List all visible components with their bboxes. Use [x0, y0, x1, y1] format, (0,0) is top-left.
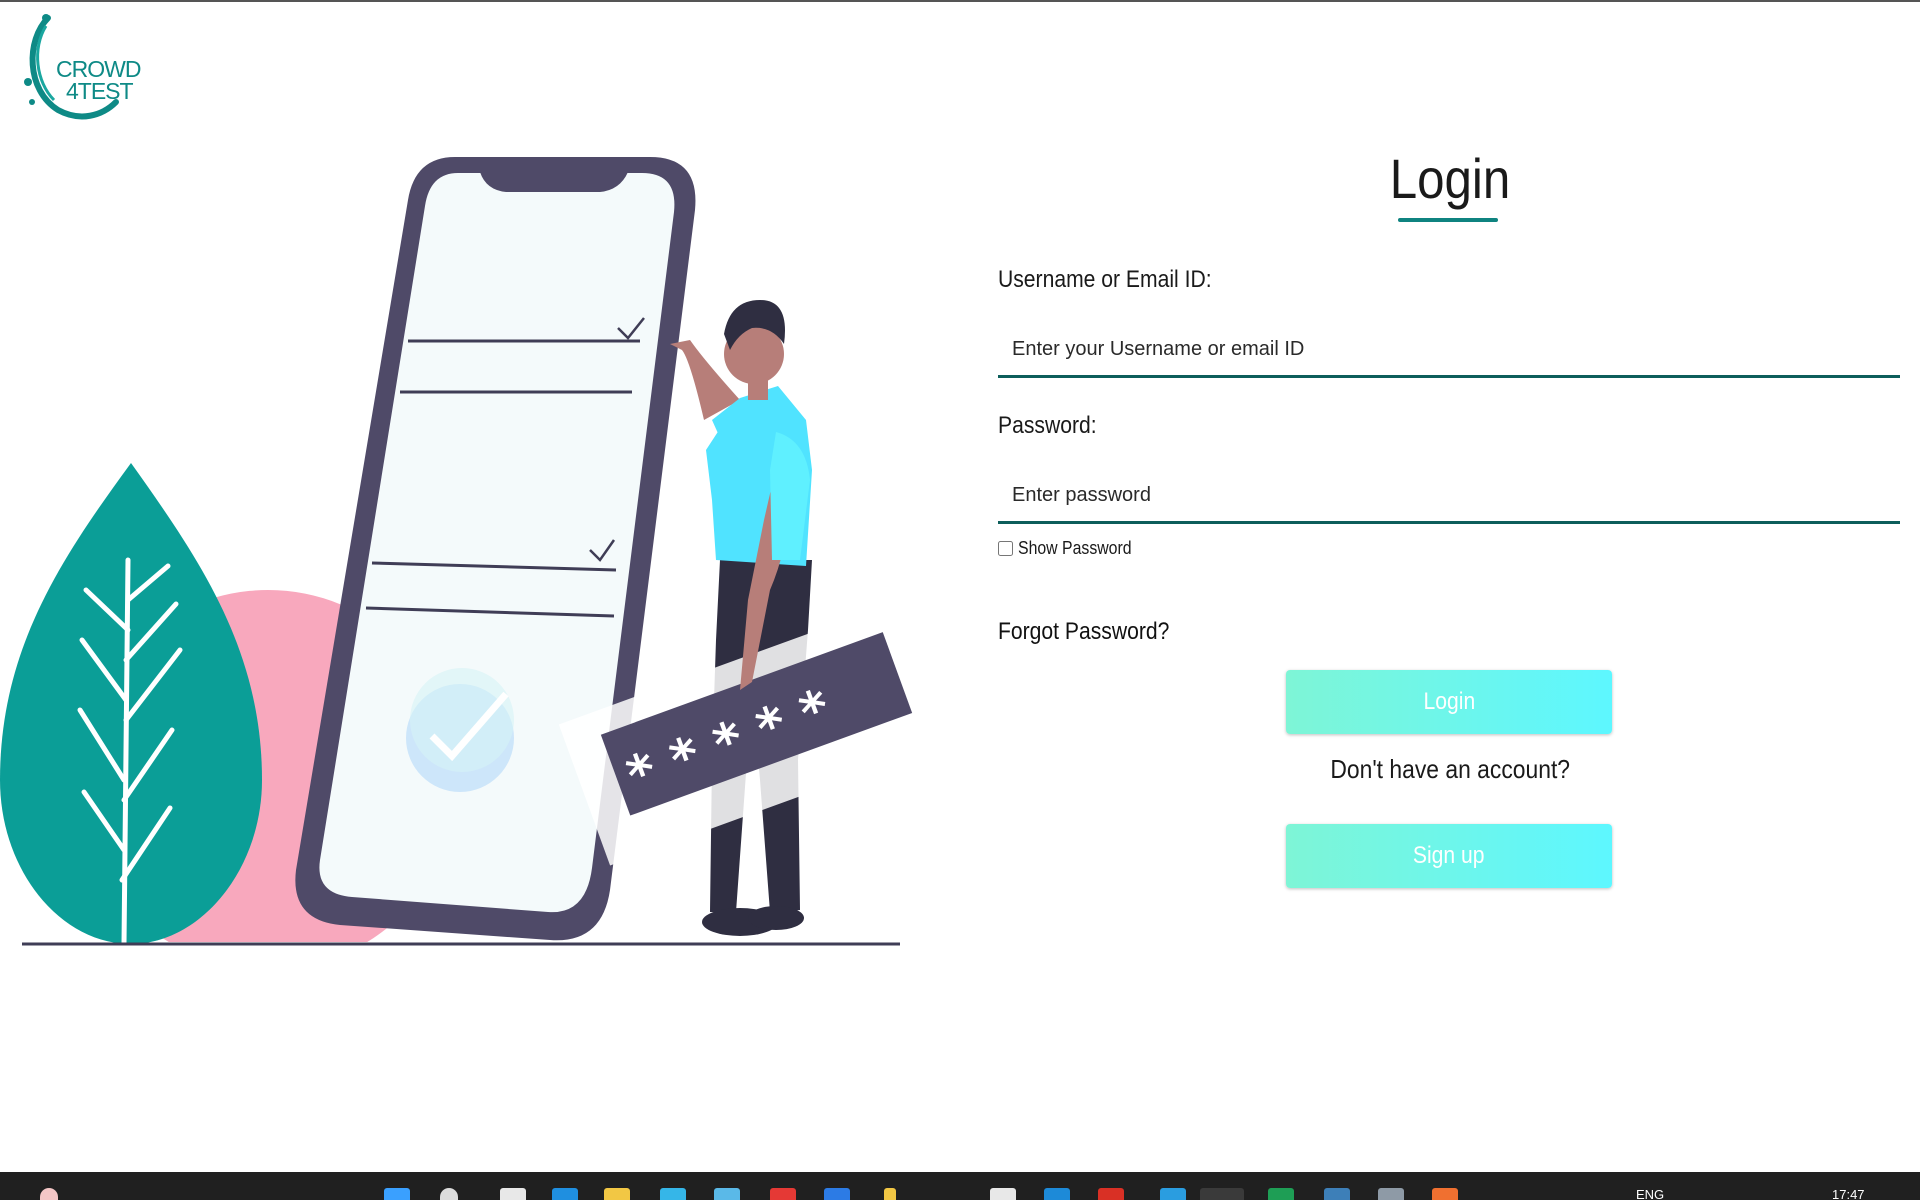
signup-button[interactable]: Sign up: [1286, 824, 1612, 888]
file-explorer-icon[interactable]: [604, 1188, 630, 1200]
username-label: Username or Email ID:: [998, 266, 1212, 293]
forgot-password-link[interactable]: Forgot Password?: [998, 618, 1169, 646]
logo-line-2: 4TEST: [66, 78, 134, 104]
windows-taskbar: ENG 17:47: [0, 1172, 1920, 1202]
widgets-icon[interactable]: [40, 1188, 58, 1200]
start-icon[interactable]: [384, 1188, 410, 1200]
login-illustration: * * * * *: [0, 140, 968, 982]
show-password-toggle[interactable]: Show Password: [998, 538, 1147, 559]
page-title: Login: [1389, 147, 1511, 210]
crowd4test-logo[interactable]: CROWD 4TEST: [18, 10, 141, 122]
search-icon[interactable]: [440, 1188, 458, 1200]
phone-and-person-illustration: *****: [0, 157, 968, 982]
files-icon[interactable]: [884, 1188, 896, 1200]
show-password-checkbox[interactable]: [998, 541, 1013, 556]
task-view-icon[interactable]: [500, 1188, 526, 1200]
app-icon[interactable]: [770, 1188, 796, 1200]
window-top-border: [0, 0, 1920, 2]
login-button-label: Login: [1423, 688, 1475, 715]
logo-text: CROWD 4TEST: [56, 58, 141, 104]
no-account-text: Don't have an account?: [998, 754, 1902, 785]
phone-notch: [480, 172, 628, 192]
no-account-label: Don't have an account?: [1330, 754, 1570, 784]
mail-icon[interactable]: [1098, 1188, 1124, 1200]
phone-link-icon[interactable]: [714, 1188, 740, 1200]
password-input[interactable]: [998, 470, 1900, 524]
notes-icon[interactable]: [990, 1188, 1016, 1200]
app-icon[interactable]: [1200, 1188, 1244, 1200]
chrome-icon[interactable]: [660, 1188, 686, 1200]
excel-icon[interactable]: [1268, 1188, 1294, 1200]
login-button[interactable]: Login: [1286, 670, 1612, 734]
teal-leaf: [0, 463, 262, 944]
skype-icon[interactable]: [1044, 1188, 1070, 1200]
username-input[interactable]: [998, 324, 1900, 378]
title-underline: [1398, 218, 1498, 222]
show-password-label: Show Password: [1018, 538, 1132, 558]
signup-button-label: Sign up: [1413, 842, 1485, 869]
store-icon[interactable]: [824, 1188, 850, 1200]
app-icon[interactable]: [1160, 1188, 1186, 1200]
app-icon[interactable]: [1378, 1188, 1404, 1200]
login-form: Login Username or Email ID: Password: Sh…: [998, 140, 1902, 900]
app-icon[interactable]: [1324, 1188, 1350, 1200]
app-icon[interactable]: [1432, 1188, 1458, 1200]
password-label: Password:: [998, 412, 1097, 439]
edge-icon[interactable]: [552, 1188, 578, 1200]
